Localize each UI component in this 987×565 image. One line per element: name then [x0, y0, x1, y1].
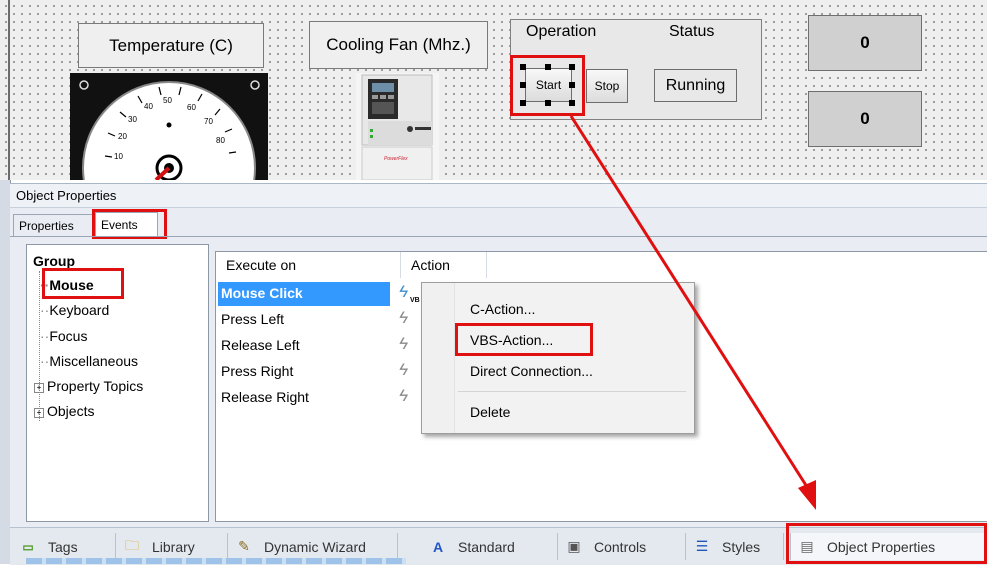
- annotation-arrowhead-icon: [798, 480, 816, 510]
- annotation-arrows: [569, 115, 816, 510]
- annotation-arrow-line: [569, 115, 811, 491]
